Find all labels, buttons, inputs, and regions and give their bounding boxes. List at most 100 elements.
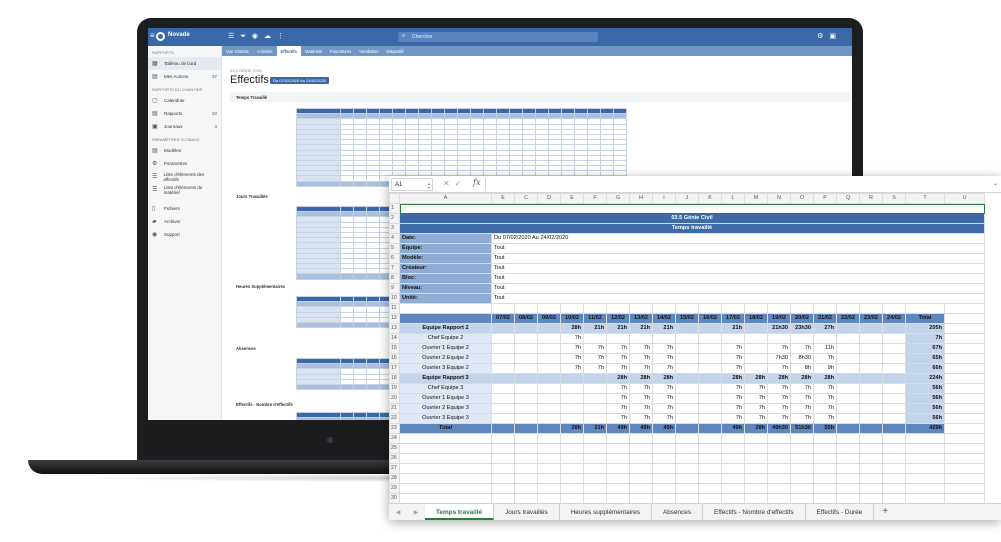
hours-cell[interactable]: 7h	[813, 413, 837, 424]
row-number[interactable]: 7	[389, 263, 400, 274]
web-tab[interactable]: Effectifs	[276, 46, 302, 56]
empty-cell[interactable]	[944, 433, 985, 444]
empty-cell[interactable]	[675, 443, 699, 454]
empty-cell[interactable]	[721, 493, 745, 503]
hours-cell[interactable]	[560, 393, 584, 404]
empty-cell[interactable]	[606, 433, 630, 444]
empty-cell[interactable]	[721, 463, 745, 474]
hours-cell[interactable]	[514, 383, 538, 394]
empty-cell[interactable]	[698, 303, 722, 314]
hours-cell[interactable]: 7h	[652, 383, 676, 394]
row-number[interactable]: 19	[389, 383, 400, 394]
row-number[interactable]: 23	[389, 423, 400, 434]
hours-cell[interactable]: 7h30	[767, 353, 791, 364]
hours-cell[interactable]: 7h	[813, 383, 837, 394]
empty-cell[interactable]	[698, 433, 722, 444]
date-header[interactable]: 09/02	[537, 313, 561, 324]
empty-cell[interactable]	[399, 483, 492, 494]
worker-label[interactable]: Chef Equipe 3	[399, 383, 492, 394]
hours-cell[interactable]	[560, 413, 584, 424]
empty-cell[interactable]	[721, 443, 745, 454]
date-header[interactable]: 16/02	[698, 313, 722, 324]
empty-cell[interactable]	[905, 493, 945, 503]
empty-cell[interactable]	[514, 433, 538, 444]
hours-cell[interactable]	[698, 333, 722, 344]
empty-cell[interactable]	[514, 453, 538, 464]
worker-label[interactable]: Ouvrier 2 Equipe 3	[399, 403, 492, 414]
date-header[interactable]: 15/02	[675, 313, 699, 324]
hours-cell[interactable]	[537, 333, 561, 344]
empty-cell[interactable]	[944, 373, 985, 384]
next-sheet-icon[interactable]: ▶	[414, 509, 419, 516]
hours-cell[interactable]	[491, 373, 515, 384]
empty-cell[interactable]	[652, 303, 676, 314]
hours-cell[interactable]	[859, 343, 883, 354]
hours-cell[interactable]: 7h	[790, 383, 814, 394]
empty-cell[interactable]	[491, 433, 515, 444]
date-header[interactable]: 22/02	[836, 313, 860, 324]
sidebar-item[interactable]: ▰ Archiver	[148, 215, 221, 228]
sidebar-item[interactable]: ▤ Modèles	[148, 144, 221, 157]
empty-cell[interactable]	[859, 463, 883, 474]
empty-cell[interactable]	[836, 433, 860, 444]
total-cell[interactable]	[698, 423, 722, 434]
hours-cell[interactable]	[560, 403, 584, 414]
total-cell[interactable]: 49h	[721, 423, 745, 434]
empty-cell[interactable]	[399, 473, 492, 484]
empty-cell[interactable]	[721, 483, 745, 494]
hours-cell[interactable]: 7h	[583, 343, 607, 354]
info-value[interactable]: Tout	[491, 253, 985, 264]
row-total[interactable]: 65h	[905, 353, 945, 364]
row-number[interactable]: 3	[389, 223, 400, 234]
empty-cell[interactable]	[882, 303, 906, 314]
empty-cell[interactable]	[790, 493, 814, 503]
hours-cell[interactable]: 7h	[629, 403, 653, 414]
empty-cell[interactable]	[836, 303, 860, 314]
empty-cell[interactable]	[905, 303, 945, 314]
empty-cell[interactable]	[790, 443, 814, 454]
empty-cell[interactable]	[698, 463, 722, 474]
hours-cell[interactable]: 7h	[767, 363, 791, 374]
hours-cell[interactable]: 21h	[629, 323, 653, 334]
date-header[interactable]: 17/02	[721, 313, 745, 324]
hours-cell[interactable]: 23h30	[790, 323, 814, 334]
info-value[interactable]: Du 07/02/2020 Au 24/02/2020	[491, 233, 985, 244]
hours-cell[interactable]	[836, 373, 860, 384]
empty-cell[interactable]	[767, 483, 791, 494]
empty-cell[interactable]	[652, 483, 676, 494]
hours-cell[interactable]: 7h	[744, 403, 768, 414]
empty-cell[interactable]	[859, 483, 883, 494]
hours-cell[interactable]	[514, 323, 538, 334]
hours-cell[interactable]	[560, 373, 584, 384]
more-icon[interactable]: ⋮	[277, 33, 290, 40]
row-number[interactable]: 8	[389, 273, 400, 284]
hours-cell[interactable]	[583, 393, 607, 404]
empty-cell[interactable]	[491, 493, 515, 503]
empty-cell[interactable]	[537, 303, 561, 314]
formula-expand-icon[interactable]: ⌄	[993, 180, 998, 187]
empty-cell[interactable]	[836, 443, 860, 454]
empty-cell[interactable]	[905, 443, 945, 454]
row-number[interactable]: 12	[389, 313, 400, 324]
empty-cell[interactable]	[721, 453, 745, 464]
empty-cell[interactable]	[399, 303, 492, 314]
hours-cell[interactable]: 7h	[629, 393, 653, 404]
hours-cell[interactable]	[537, 323, 561, 334]
team-label[interactable]: Equipe Rapport 3	[399, 373, 492, 384]
hours-cell[interactable]: 7h	[652, 413, 676, 424]
gear-icon[interactable]: ⚙	[817, 33, 829, 40]
empty-cell[interactable]	[721, 303, 745, 314]
row-number[interactable]: 2	[389, 213, 400, 224]
hours-cell[interactable]	[744, 353, 768, 364]
hours-cell[interactable]: 7h	[744, 393, 768, 404]
hours-cell[interactable]	[675, 413, 699, 424]
cell-a1[interactable]	[399, 203, 985, 214]
row-number[interactable]: 6	[389, 253, 400, 264]
hours-cell[interactable]	[537, 373, 561, 384]
hours-cell[interactable]: 8h30	[790, 353, 814, 364]
empty-cell[interactable]	[767, 473, 791, 484]
row-number[interactable]: 5	[389, 243, 400, 254]
web-tab[interactable]: Fournitures	[326, 46, 355, 56]
hours-cell[interactable]	[836, 363, 860, 374]
hours-cell[interactable]	[698, 343, 722, 354]
